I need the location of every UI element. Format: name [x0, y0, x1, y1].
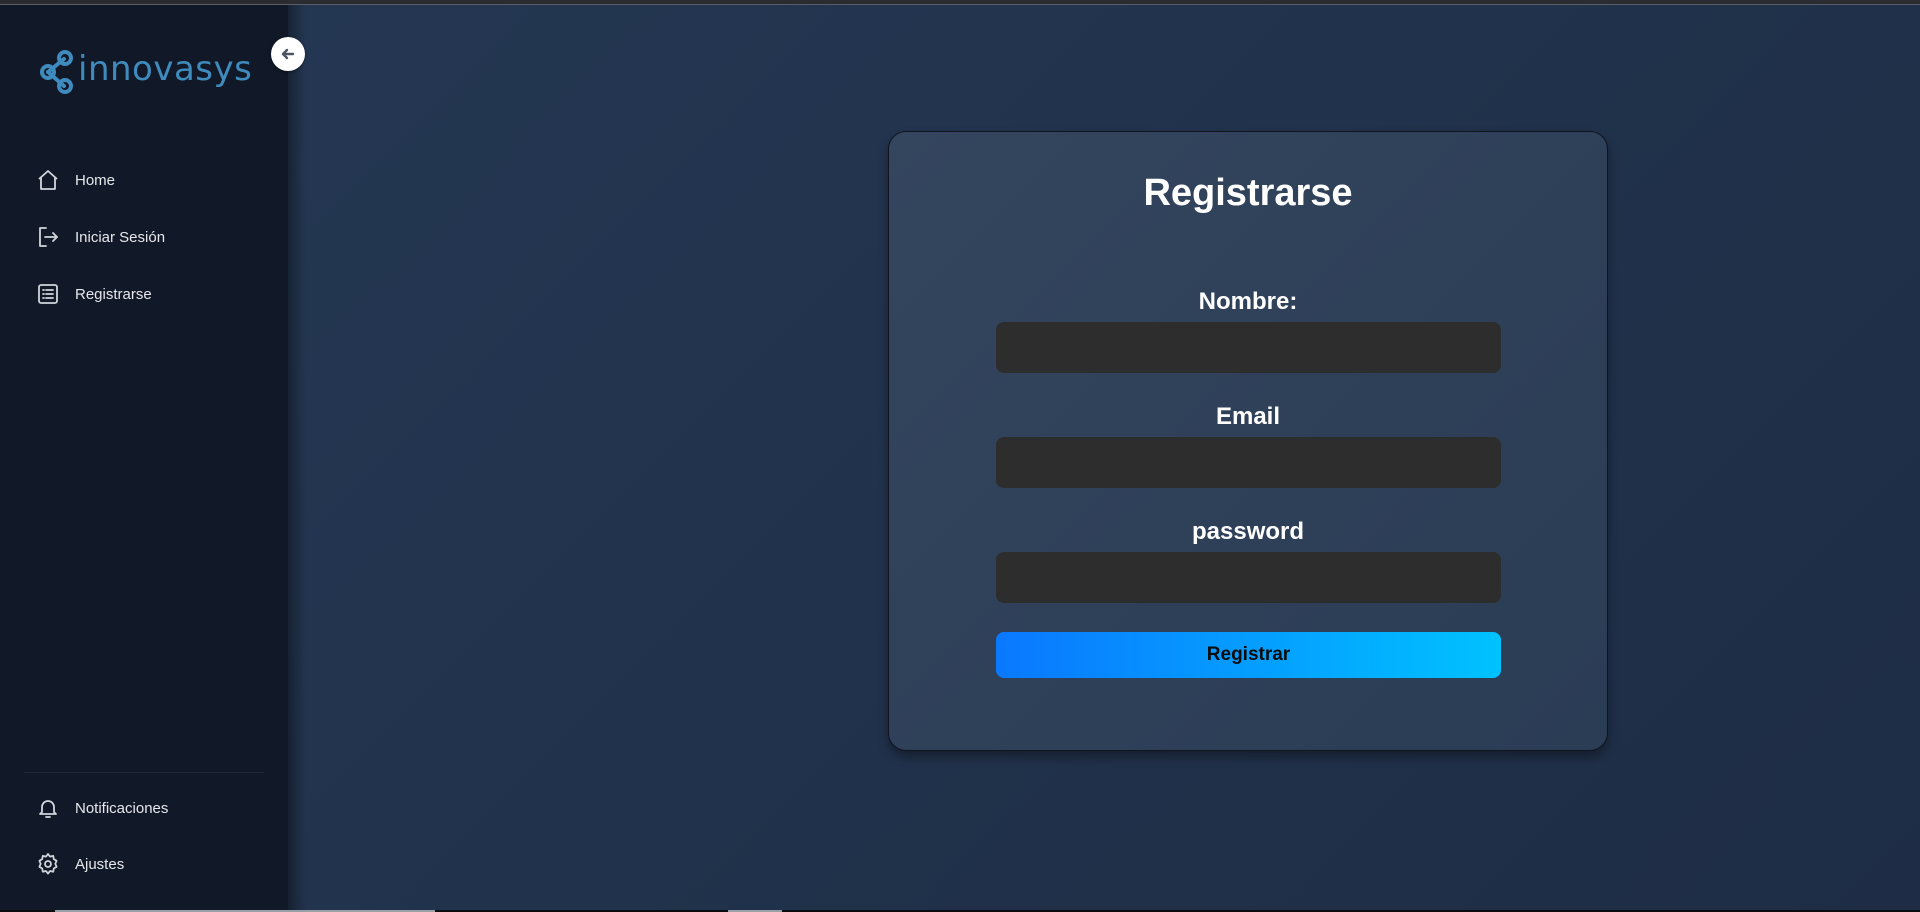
name-field[interactable]	[996, 322, 1501, 373]
sidebar-item-login[interactable]: Iniciar Sesión	[36, 225, 165, 249]
sidebar-item-settings[interactable]: Ajustes	[36, 852, 124, 876]
sidebar: innovasys Home Iniciar Sesión Registrars…	[0, 5, 288, 910]
brand-name: innovasys	[78, 49, 253, 89]
name-label: Nombre:	[1198, 288, 1298, 315]
brand-logo[interactable]: innovasys	[38, 49, 252, 95]
sidebar-item-register[interactable]: Registrarse	[36, 282, 152, 306]
sidebar-item-label: Home	[75, 171, 116, 189]
sidebar-item-label: Ajustes	[75, 855, 125, 873]
sidebar-item-label: Notificaciones	[75, 799, 169, 817]
arrow-left-icon	[281, 48, 295, 60]
page-title: Registrarse	[1143, 172, 1353, 214]
main-content: Registrarse Nombre: Email password Regis…	[288, 5, 1920, 910]
sidebar-divider	[24, 772, 264, 773]
home-icon	[38, 170, 58, 190]
sidebar-item-home[interactable]: Home	[36, 168, 115, 192]
password-field[interactable]	[996, 552, 1501, 603]
sidebar-item-notifications[interactable]: Notificaciones	[36, 796, 168, 820]
bell-icon	[39, 800, 57, 818]
register-form-card: Registrarse Nombre: Email password Regis…	[888, 131, 1608, 751]
register-button[interactable]: Registrar	[996, 632, 1501, 678]
email-field[interactable]	[996, 437, 1501, 488]
share-nodes-icon	[40, 50, 73, 94]
login-icon	[39, 227, 58, 247]
sidebar-collapse-button[interactable]	[271, 37, 305, 71]
password-label: password	[1191, 518, 1305, 545]
gear-icon	[38, 853, 58, 875]
register-icon	[38, 284, 58, 304]
email-label: Email	[1215, 403, 1281, 430]
sidebar-item-label: Iniciar Sesión	[75, 228, 166, 246]
sidebar-item-label: Registrarse	[75, 285, 152, 303]
